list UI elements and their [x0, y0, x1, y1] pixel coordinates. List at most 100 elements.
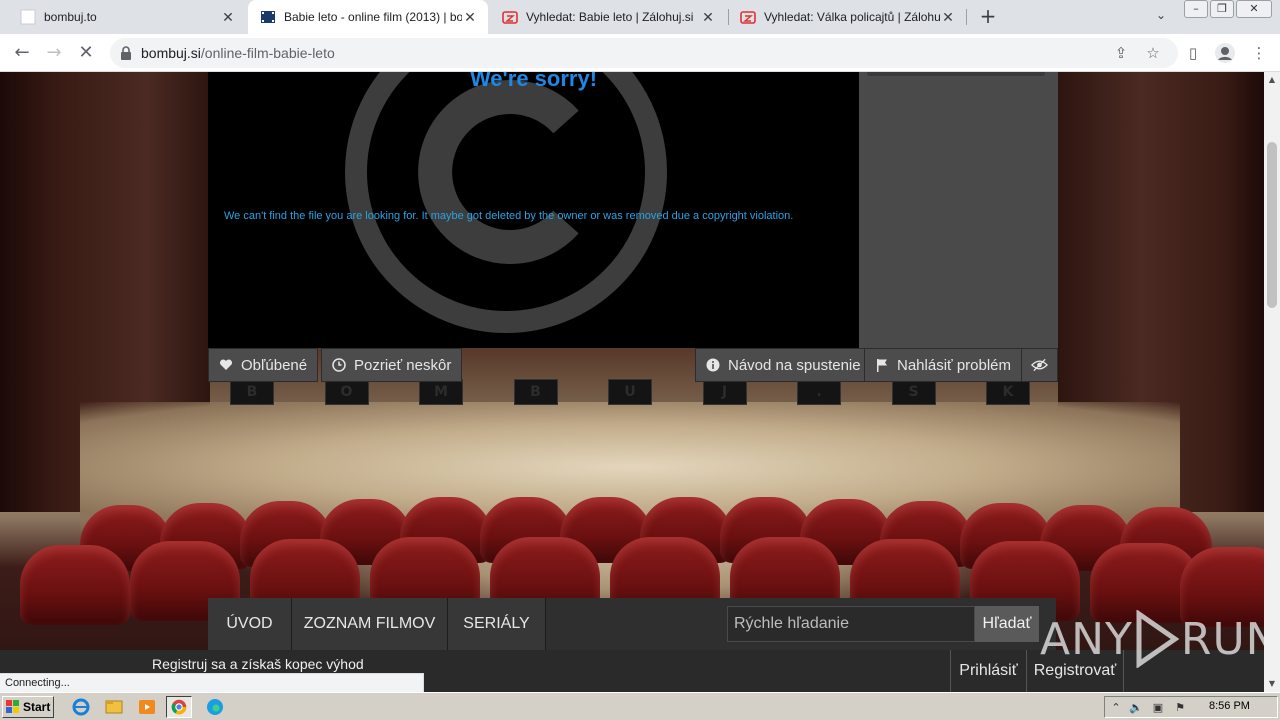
stage-letter: U — [608, 379, 652, 405]
internet-explorer-icon[interactable] — [68, 696, 94, 718]
tab-babie-leto[interactable]: Babie leto - online film (2013) | bomb ✕ — [248, 0, 488, 34]
close-tab-icon[interactable]: ✕ — [700, 9, 716, 25]
start-label: Start — [23, 700, 51, 714]
tab-title: Vyhledat: Válka policajtů | Zálohuj.si — [764, 10, 940, 24]
zalohuj-favicon-icon — [502, 11, 518, 24]
page-favicon-icon — [20, 9, 36, 25]
watermark-left: ANY — [1040, 613, 1133, 665]
tab-title: bombuj.to — [44, 10, 97, 24]
error-message: We can't find the file you are looking f… — [224, 210, 794, 222]
tray-expand-icon[interactable]: ⌃ — [1109, 701, 1123, 715]
bookmark-star-icon[interactable]: ☆ — [1144, 44, 1162, 62]
anyrun-watermark: ANY RUN — [1040, 610, 1264, 668]
close-window-button[interactable]: ✕ — [1236, 0, 1272, 18]
video-player[interactable]: We're sorry! We can't find the file you … — [208, 72, 859, 348]
clock: 8:56 PM — [1209, 700, 1250, 712]
stage-letter: S — [891, 379, 936, 405]
close-tab-icon[interactable]: ✕ — [940, 9, 956, 25]
url-path: /online-film-babie-leto — [200, 45, 335, 61]
favorite-label: Obľúbené — [241, 356, 308, 374]
film-favicon-icon — [261, 11, 275, 23]
profile-avatar-icon[interactable] — [1214, 42, 1236, 64]
copyright-icon — [345, 72, 667, 333]
windows-logo-icon — [6, 700, 19, 713]
address-bar[interactable]: bombuj.si/online-film-babie-leto ⇪ ☆ — [110, 38, 1178, 68]
stage-letter: M — [419, 379, 463, 405]
clock-icon — [332, 358, 346, 372]
volume-icon[interactable]: 🔈 — [1129, 701, 1143, 715]
report-problem-button[interactable]: Nahlásiť problém — [864, 348, 1023, 382]
stage-letter: B — [513, 379, 558, 405]
menu-kebab-icon[interactable]: ⋮ — [1250, 44, 1268, 62]
flag-icon — [877, 359, 887, 372]
network-icon[interactable]: ▣ — [1151, 701, 1165, 715]
tab-title: Babie leto - online film (2013) | bomb — [284, 10, 462, 24]
stage-letter: B — [230, 379, 274, 405]
play-logo-icon — [1136, 610, 1180, 668]
stage-letter: K — [986, 379, 1030, 405]
player-side-panel — [859, 72, 1058, 348]
stage-letter-boxes: B O M B U J . S K — [230, 379, 1030, 407]
main-navigation: ÚVOD ZOZNAM FILMOV SERIÁLY Hľadať — [208, 598, 1056, 650]
zalohuj-favicon-icon — [740, 11, 756, 24]
search-button[interactable]: Hľadať — [975, 606, 1039, 642]
tab-strip: bombuj.to ✕ Babie leto - online film (20… — [0, 0, 1280, 34]
url-host: bombuj.si — [141, 45, 201, 61]
eye-slash-icon — [1031, 358, 1048, 372]
info-icon — [706, 358, 720, 372]
tab-zalohuj-babie-leto[interactable]: Vyhledat: Babie leto | Zálohuj.si ✕ — [490, 0, 726, 34]
quick-search-input[interactable] — [727, 606, 975, 642]
minimize-button[interactable]: – — [1184, 0, 1208, 18]
start-button[interactable]: Start — [2, 696, 54, 718]
stop-loading-icon[interactable]: ✕ — [74, 41, 98, 65]
tab-search-chevron-icon[interactable]: ⌄ — [1152, 8, 1170, 26]
browser-toolbar: ← → ✕ bombuj.si/online-film-babie-leto ⇪… — [0, 34, 1280, 72]
heart-icon — [219, 359, 233, 370]
chrome-icon[interactable] — [166, 696, 192, 718]
file-explorer-icon[interactable] — [101, 696, 127, 718]
scroll-up-arrow-icon[interactable]: ▲ — [1264, 72, 1280, 88]
edge-icon[interactable] — [202, 696, 228, 718]
side-panel-bar — [867, 72, 1045, 76]
nav-series[interactable]: SERIÁLY — [448, 598, 546, 650]
report-label: Nahlásiť problém — [897, 356, 1012, 374]
close-tab-icon[interactable]: ✕ — [220, 9, 236, 25]
nav-home[interactable]: ÚVOD — [208, 598, 292, 650]
register-promo-text[interactable]: Registruj sa a získaš kopec výhod — [152, 656, 364, 672]
nav-movie-list[interactable]: ZOZNAM FILMOV — [292, 598, 448, 650]
tab-separator — [966, 9, 967, 25]
tab-title: Vyhledat: Babie leto | Zálohuj.si — [526, 10, 694, 24]
toggle-lights-button[interactable] — [1021, 348, 1058, 382]
scroll-down-arrow-icon[interactable]: ▼ — [1264, 676, 1280, 692]
system-tray: ⌃ 🔈 ▣ ⚑ 8:56 PM — [1104, 696, 1278, 718]
close-tab-icon[interactable]: ✕ — [462, 9, 478, 25]
watch-later-button[interactable]: Pozrieť neskôr — [321, 348, 463, 382]
favorite-button[interactable]: Obľúbené — [208, 348, 319, 382]
side-panel-icon[interactable]: ▯ — [1184, 44, 1202, 62]
stage-letter: J — [702, 379, 747, 405]
tab-bombuj-to[interactable]: bombuj.to ✕ — [8, 0, 246, 34]
guide-button[interactable]: Návod na spustenie — [695, 348, 872, 382]
watermark-right: RUN — [1180, 613, 1264, 665]
error-heading: We're sorry! — [469, 72, 598, 91]
page-viewport: B O M B U J . S K We're sorry! We can't … — [0, 72, 1264, 692]
login-button[interactable]: Prihlásiť — [950, 650, 1026, 692]
url-text[interactable]: bombuj.si/online-film-babie-leto — [141, 45, 335, 61]
scroll-thumb[interactable] — [1267, 142, 1277, 308]
watch-later-label: Pozrieť neskôr — [354, 356, 452, 374]
action-center-flag-icon[interactable]: ⚑ — [1173, 701, 1187, 715]
seat — [20, 545, 130, 625]
new-tab-button[interactable]: + — [977, 6, 999, 28]
lock-icon — [121, 46, 131, 60]
share-icon[interactable]: ⇪ — [1112, 44, 1130, 62]
stage-letter: O — [324, 379, 369, 405]
restore-button[interactable]: ❐ — [1210, 0, 1234, 18]
back-arrow-icon[interactable]: ← — [10, 41, 34, 65]
stage-letter: . — [797, 379, 841, 405]
status-bubble: Connecting... — [0, 673, 424, 693]
page-scrollbar[interactable]: ▲ ▼ — [1264, 72, 1280, 692]
media-player-icon[interactable] — [134, 696, 160, 718]
forward-arrow-icon[interactable]: → — [42, 41, 66, 65]
guide-label: Návod na spustenie — [728, 356, 861, 374]
tab-zalohuj-valka[interactable]: Vyhledat: Válka policajtů | Zálohuj.si ✕ — [728, 0, 966, 34]
